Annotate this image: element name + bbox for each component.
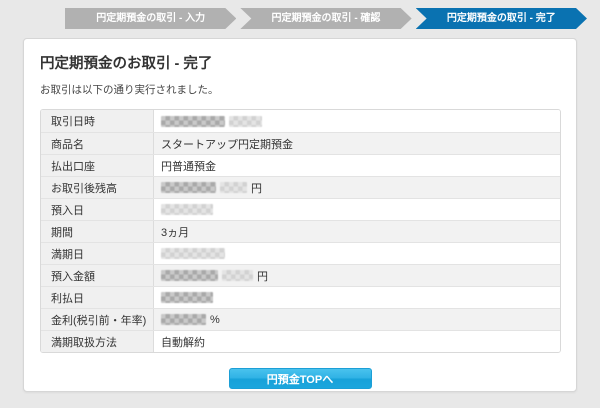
page-title: 円定期預金のお取引 - 完了 — [40, 52, 560, 73]
row-label: 預入日 — [41, 199, 154, 220]
table-row: 取引日時 — [41, 110, 560, 132]
table-row: 利払日 — [41, 286, 560, 308]
row-label: お取引後残高 — [41, 177, 154, 198]
row-value: スタートアップ円定期預金 — [154, 133, 560, 154]
row-label: 期間 — [41, 221, 154, 242]
value-text: 円 — [257, 268, 268, 284]
row-label: 利払日 — [41, 287, 154, 308]
redacted-value-block — [161, 204, 213, 215]
table-row: 金利(税引前・年率)% — [41, 308, 560, 330]
redacted-value-block — [161, 292, 213, 303]
redacted-value-block — [161, 314, 206, 325]
table-row: 払出口座円普通預金 — [41, 154, 560, 176]
value-text: 3ヵ月 — [161, 224, 189, 240]
row-value: % — [154, 309, 560, 330]
yen-deposit-top-button[interactable]: 円預金TOPへ — [229, 368, 372, 389]
row-label: 満期取扱方法 — [41, 331, 154, 352]
value-text: 円普通預金 — [161, 158, 216, 174]
step-1-arrow: 円定期預金の取引 - 入力 — [65, 8, 236, 29]
row-value: 3ヵ月 — [154, 221, 560, 242]
table-row: お取引後残高 円 — [41, 176, 560, 198]
redacted-value-block — [229, 116, 262, 127]
value-text: % — [210, 314, 220, 326]
value-text: 自動解約 — [161, 334, 205, 350]
step-2-arrow: 円定期預金の取引 - 確認 — [240, 8, 411, 29]
row-value — [154, 199, 560, 220]
page-subtitle: お取引は以下の通り実行されました。 — [40, 82, 560, 97]
table-row: 期間 3ヵ月 — [41, 220, 560, 242]
row-value — [154, 287, 560, 308]
row-label: 金利(税引前・年率) — [41, 309, 154, 330]
row-label: 商品名 — [41, 133, 154, 154]
row-value — [154, 110, 560, 132]
row-value: 円 — [154, 177, 560, 198]
row-value: 円普通預金 — [154, 155, 560, 176]
redacted-value-block — [220, 182, 247, 193]
row-value: 自動解約 — [154, 331, 560, 352]
step-3-arrow: 円定期預金の取引 - 完了 — [416, 8, 587, 29]
table-row: 預入日 — [41, 198, 560, 220]
redacted-value-block — [161, 270, 218, 281]
row-label: 払出口座 — [41, 155, 154, 176]
table-row: 商品名スタートアップ円定期預金 — [41, 132, 560, 154]
value-text: 円 — [251, 180, 262, 196]
row-label: 満期日 — [41, 243, 154, 264]
row-label: 取引日時 — [41, 110, 154, 132]
content-panel: 円定期預金のお取引 - 完了 お取引は以下の通り実行されました。 取引日時商品名… — [23, 38, 577, 392]
transaction-detail-table: 取引日時商品名スタートアップ円定期預金払出口座円普通預金お取引後残高円預入日期間… — [40, 109, 561, 353]
row-value: 円 — [154, 265, 560, 286]
row-label: 預入金額 — [41, 265, 154, 286]
redacted-value-block — [161, 116, 225, 127]
table-row: 満期取扱方法自動解約 — [41, 330, 560, 352]
value-text: スタートアップ円定期預金 — [161, 136, 293, 152]
table-row: 預入金額 円 — [41, 264, 560, 286]
table-row: 満期日 — [41, 242, 560, 264]
redacted-value-block — [161, 182, 216, 193]
redacted-value-block — [222, 270, 253, 281]
redacted-value-block — [161, 248, 225, 259]
row-value — [154, 243, 560, 264]
step-indicator: 円定期預金の取引 - 入力円定期預金の取引 - 確認円定期預金の取引 - 完了 — [65, 8, 587, 29]
button-row: 円預金TOPへ — [40, 368, 560, 389]
